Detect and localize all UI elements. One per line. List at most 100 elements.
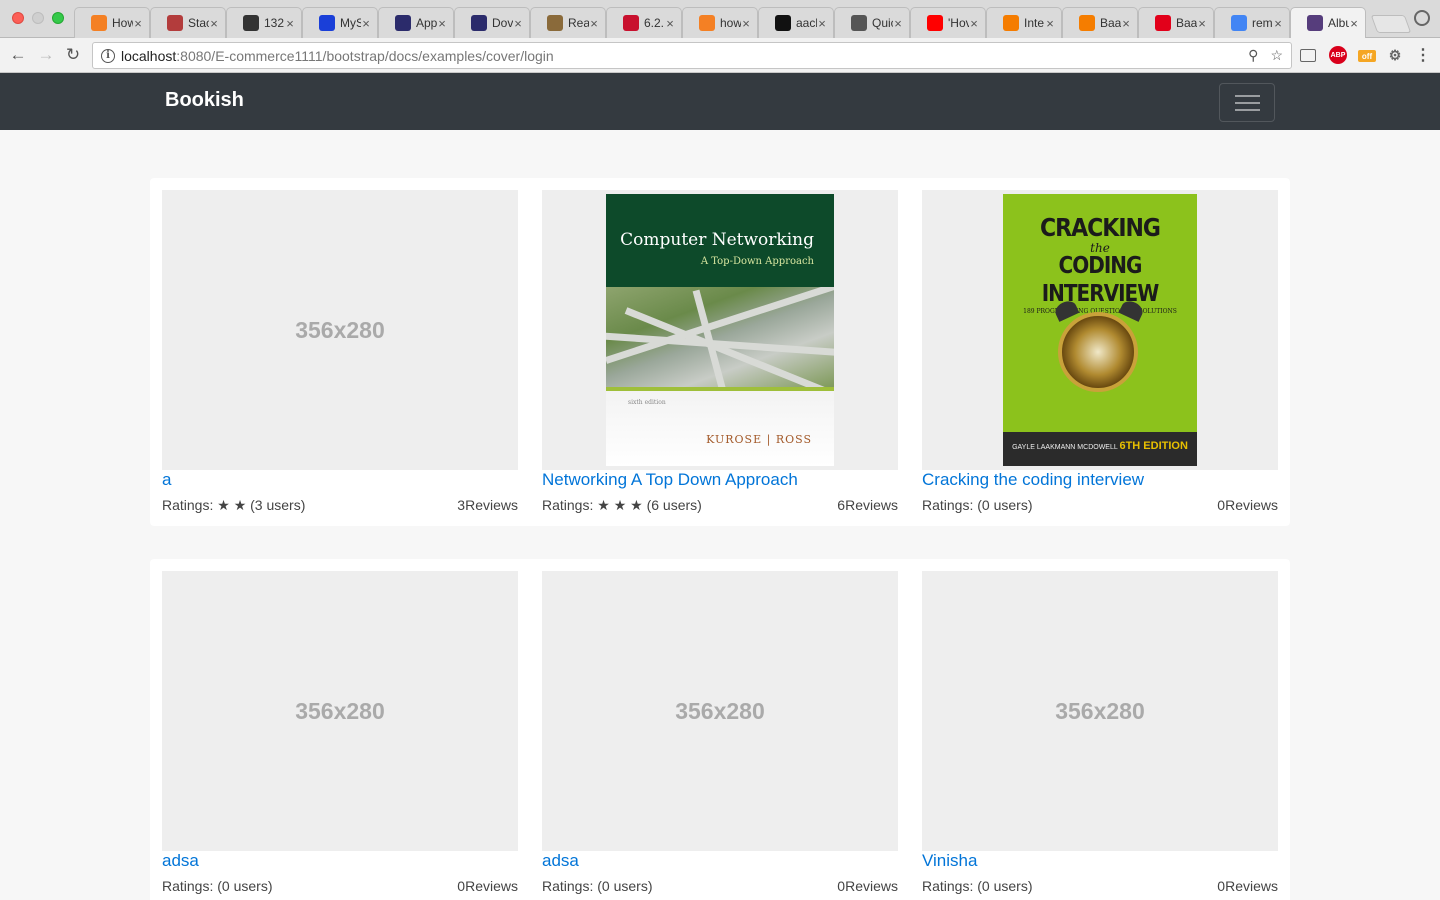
book-thumbnail[interactable]: CRACKING the CODING INTERVIEW 189 PROGRA… — [922, 190, 1278, 470]
stackoverflow-icon — [699, 15, 715, 31]
brand-logo[interactable]: Bookish — [165, 89, 244, 112]
browser-tabs: How × Stac × 132 × MyS × App × Dov × Rea × 6.2. × how × aa… — [74, 7, 1412, 38]
document-icon — [851, 15, 867, 31]
browser-tab[interactable]: Albu × — [1290, 7, 1366, 38]
browser-tab-title: Baa — [1100, 16, 1122, 30]
browser-tab[interactable]: Rea × — [530, 7, 606, 38]
placeholder-label: 356x280 — [675, 697, 765, 724]
browser-tab[interactable]: aacl × — [758, 7, 834, 38]
book-ratings: Ratings: ★ ★ ★ (6 users) — [542, 497, 702, 513]
browser-tab-title: Dov — [492, 16, 514, 30]
book-title-link[interactable]: adsa — [162, 851, 518, 873]
book-title-link[interactable]: a — [162, 470, 518, 492]
book-thumbnail[interactable]: 356x280 — [922, 571, 1278, 851]
tab-close-icon[interactable]: × — [1197, 16, 1207, 31]
reload-icon[interactable]: ↻ — [63, 45, 83, 65]
browser-tab-title: Baa — [1176, 16, 1198, 30]
browser-tab[interactable]: App × — [378, 7, 454, 38]
hamburger-line — [1235, 95, 1260, 97]
book-card: 356x280 adsa Ratings: (0 users) 0Reviews — [162, 571, 518, 894]
placeholder-label: 356x280 — [1055, 697, 1145, 724]
back-arrow-icon[interactable]: ← — [8, 45, 28, 65]
url-text[interactable]: localhost:8080/E-commerce1111/bootstrap/… — [121, 48, 554, 64]
tab-close-icon[interactable]: × — [817, 16, 827, 31]
book-reviews-count: 0Reviews — [457, 878, 518, 894]
browser-tab-title: 6.2. — [644, 16, 665, 30]
book-thumbnail[interactable]: Computer Networking A Top-Down Approach … — [542, 190, 898, 470]
browser-tab[interactable]: rem × — [1214, 7, 1290, 38]
extension-off-icon[interactable]: off — [1358, 50, 1376, 62]
book-thumbnail[interactable]: 356x280 — [162, 571, 518, 851]
dealer-icon — [1155, 15, 1171, 31]
tab-close-icon[interactable]: × — [665, 16, 675, 31]
puzzle-extension-icon[interactable]: ⚙ — [1386, 46, 1404, 64]
tab-close-icon[interactable]: × — [209, 16, 219, 31]
browser-tab[interactable]: Stac × — [150, 7, 226, 38]
book-reviews-count: 0Reviews — [837, 878, 898, 894]
book-card: CRACKING the CODING INTERVIEW 189 PROGRA… — [922, 190, 1278, 513]
browser-tab[interactable]: Baa × — [1062, 7, 1138, 38]
book-ratings: Ratings: (0 users) — [162, 878, 273, 894]
window-minimize-button[interactable] — [32, 12, 44, 24]
book-thumbnail[interactable]: 356x280 — [542, 571, 898, 851]
book-reviews-count: 6Reviews — [837, 497, 898, 513]
adblock-icon[interactable]: ABP — [1329, 46, 1347, 64]
tab-close-icon[interactable]: × — [133, 16, 143, 31]
browser-menu-icon[interactable]: ⋮ — [1414, 46, 1432, 64]
url-host: localhost — [121, 47, 177, 64]
cover-edition: 6TH EDITION — [1119, 440, 1188, 452]
tab-close-icon[interactable]: × — [437, 16, 447, 31]
key-icon[interactable]: ⚲ — [1248, 47, 1258, 64]
album-section: 356x280 a Ratings: ★ ★ (3 users) 3Review… — [0, 130, 1440, 900]
bootstrap-icon — [1307, 15, 1323, 31]
book-cover-image: CRACKING the CODING INTERVIEW 189 PROGRA… — [1003, 194, 1197, 466]
browser-tab[interactable]: Baa × — [1138, 7, 1214, 38]
browser-tab[interactable]: 'Hov × — [910, 7, 986, 38]
tab-close-icon[interactable]: × — [589, 16, 599, 31]
tab-close-icon[interactable]: × — [741, 16, 751, 31]
tab-close-icon[interactable]: × — [1121, 16, 1131, 31]
profile-icon[interactable] — [1414, 10, 1430, 26]
book-title-link[interactable]: adsa — [542, 851, 898, 873]
book-title-link[interactable]: Networking A Top Down Approach — [542, 470, 898, 492]
window-zoom-button[interactable] — [52, 12, 64, 24]
tab-close-icon[interactable]: × — [1349, 16, 1359, 31]
browser-tab-title: How — [112, 16, 134, 30]
site-navbar: Bookish — [0, 73, 1440, 130]
alarm-clock-icon — [1058, 312, 1138, 392]
window-close-button[interactable] — [12, 12, 24, 24]
browser-tab[interactable]: Quic × — [834, 7, 910, 38]
new-tab-button[interactable] — [1370, 15, 1412, 33]
tab-close-icon[interactable]: × — [513, 16, 523, 31]
browser-tab[interactable]: Inte × — [986, 7, 1062, 38]
book-title-link[interactable]: Vinisha — [922, 851, 1278, 873]
browser-tab-title: Albu — [1328, 16, 1350, 30]
browser-tab[interactable]: 132 × — [226, 7, 302, 38]
navbar-toggler-button[interactable] — [1219, 83, 1275, 122]
tab-close-icon[interactable]: × — [1273, 16, 1283, 31]
flame-icon — [1003, 15, 1019, 31]
book-title-link[interactable]: Cracking the coding interview — [922, 470, 1278, 492]
forward-arrow-icon[interactable]: → — [36, 45, 56, 65]
browser-tab-title: aacl — [796, 16, 818, 30]
tab-close-icon[interactable]: × — [969, 16, 979, 31]
bookmark-star-icon[interactable]: ☆ — [1270, 47, 1283, 64]
browser-tab[interactable]: How × — [74, 7, 150, 38]
browser-tab[interactable]: how × — [682, 7, 758, 38]
browser-tab-title: rem — [1252, 16, 1273, 30]
browser-tab[interactable]: 6.2. × — [606, 7, 682, 38]
browser-tab-title: Rea — [568, 16, 590, 30]
cover-author: GAYLE LAAKMANN MCDOWELL — [1012, 444, 1118, 451]
address-bar[interactable]: i localhost:8080/E-commerce1111/bootstra… — [92, 42, 1292, 69]
tab-close-icon[interactable]: × — [361, 16, 371, 31]
book-thumbnail[interactable]: 356x280 — [162, 190, 518, 470]
browser-tab[interactable]: MyS × — [302, 7, 378, 38]
eye-icon — [471, 15, 487, 31]
browser-tab[interactable]: Dov × — [454, 7, 530, 38]
tab-close-icon[interactable]: × — [1045, 16, 1055, 31]
tab-close-icon[interactable]: × — [285, 16, 295, 31]
tab-close-icon[interactable]: × — [893, 16, 903, 31]
browser-tab-title: App — [416, 16, 438, 30]
cast-icon[interactable] — [1300, 49, 1316, 62]
info-icon[interactable]: i — [101, 48, 115, 63]
